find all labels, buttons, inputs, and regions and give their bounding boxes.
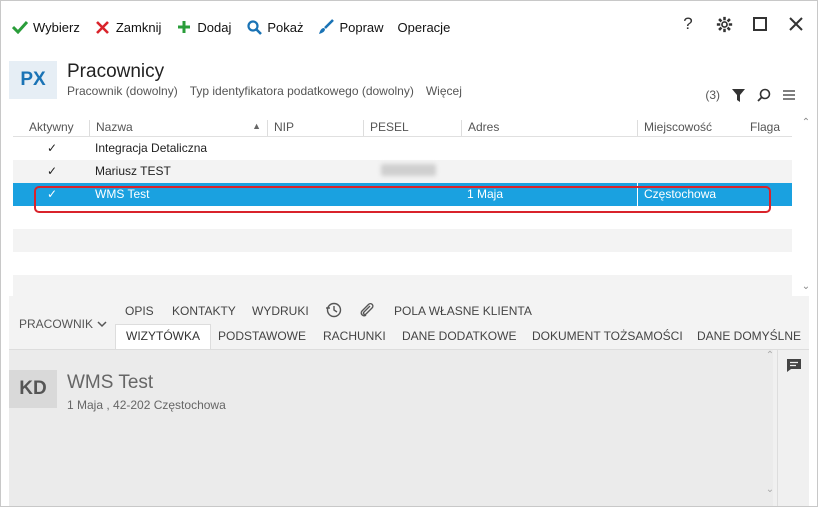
help-button[interactable]: ?: [677, 13, 699, 35]
settings-button[interactable]: [713, 13, 735, 35]
plus-icon: [175, 18, 193, 36]
dodaj-label: Dodaj: [197, 19, 232, 35]
page-title: Pracownicy: [67, 61, 165, 82]
comment-icon[interactable]: [786, 358, 802, 373]
col-flaga[interactable]: Flaga: [750, 120, 780, 136]
menu-icon[interactable]: [783, 90, 795, 100]
filter-pracownik[interactable]: Pracownik (dowolny): [67, 84, 178, 98]
tab-dokument-tozsamosci[interactable]: DOKUMENT TOŻSAMOŚCI: [532, 329, 683, 343]
dodaj-button[interactable]: Dodaj: [175, 12, 231, 42]
table-row-empty: [13, 252, 792, 275]
tab-pola-wlasne[interactable]: POLA WŁASNE KLIENTA: [394, 304, 532, 318]
cell-nazwa: Mariusz TEST: [95, 164, 171, 178]
history-icon[interactable]: [325, 301, 342, 321]
filter-icon[interactable]: [732, 88, 745, 102]
zamknij-label: Zamknij: [115, 19, 162, 35]
chevron-down-icon: [97, 320, 107, 327]
maximize-button[interactable]: [749, 13, 771, 35]
scroll-up-icon[interactable]: ⌃: [764, 350, 776, 362]
table-row-empty: [13, 275, 792, 298]
table-scrollbar[interactable]: ⌃ ⌄: [799, 117, 813, 293]
toolbar: Wybierz Zamknij Dodaj Pokaż Popraw Opera…: [1, 1, 817, 53]
side-toolbar: [777, 350, 809, 506]
scroll-up-icon[interactable]: ⌃: [799, 117, 813, 129]
col-miejscowosc[interactable]: Miejscowość: [637, 120, 741, 136]
col-aktywny[interactable]: Aktywny: [29, 120, 74, 136]
tab-podstawowe[interactable]: PODSTAWOWE: [218, 329, 306, 343]
table-header: Aktywny Nazwa ▲ NIP PESEL Adres Miejscow…: [13, 117, 792, 137]
wybierz-button[interactable]: Wybierz: [11, 12, 80, 42]
details-panel: PRACOWNIK OPIS KONTAKTY WYDRUKI POLA WŁA…: [9, 296, 809, 506]
filter-wiecej[interactable]: Więcej: [426, 84, 462, 98]
business-card: KD WMS Test 1 Maja , 42-202 Częstochowa: [9, 350, 773, 506]
help-icon: ?: [683, 14, 693, 33]
brush-icon: [317, 18, 335, 36]
col-adres[interactable]: Adres: [461, 120, 637, 136]
avatar: KD: [9, 370, 57, 408]
header-tools: (3): [705, 88, 795, 102]
highlight-annotation: [34, 186, 771, 213]
pracownik-label: PRACOWNIK: [19, 317, 94, 331]
tab-wydruki[interactable]: WYDRUKI: [252, 304, 309, 318]
col-nazwa[interactable]: Nazwa ▲: [89, 120, 267, 136]
tab-rachunki[interactable]: RACHUNKI: [323, 329, 386, 343]
col-nazwa-label: Nazwa: [96, 120, 133, 134]
redacted-pesel: [381, 164, 436, 176]
tab-wizytowka[interactable]: WIZYTÓWKA: [115, 324, 211, 349]
pracownik-dropdown[interactable]: PRACOWNIK: [19, 317, 107, 331]
scroll-down-icon[interactable]: ⌄: [764, 484, 776, 496]
scroll-down-icon[interactable]: ⌄: [799, 281, 813, 293]
card-name: WMS Test: [67, 372, 154, 393]
cell-nazwa: Integracja Detaliczna: [95, 141, 208, 155]
details-tabs: PRACOWNIK OPIS KONTAKTY WYDRUKI POLA WŁA…: [9, 296, 809, 350]
window-controls: ?: [677, 13, 807, 35]
col-nip[interactable]: NIP: [267, 120, 365, 136]
popraw-label: Popraw: [339, 19, 384, 35]
module-badge: PX: [9, 61, 57, 99]
filter-bar: Pracownik (dowolny) Typ identyfikatora p…: [67, 84, 462, 98]
maximize-icon: [753, 17, 767, 31]
card-scrollbar[interactable]: ⌃ ⌄: [764, 350, 776, 500]
card-address: 1 Maja , 42-202 Częstochowa: [67, 398, 226, 412]
table-row[interactable]: ✓ Mariusz TEST: [13, 160, 792, 183]
operacje-button[interactable]: Operacje: [398, 12, 451, 42]
tab-opis[interactable]: OPIS: [125, 304, 154, 318]
popraw-button[interactable]: Popraw: [317, 12, 384, 42]
table-row-empty: [13, 229, 792, 252]
pokaz-button[interactable]: Pokaż: [245, 12, 303, 42]
record-count: (3): [705, 88, 720, 102]
pokaz-label: Pokaż: [267, 19, 304, 35]
app-window: Wybierz Zamknij Dodaj Pokaż Popraw Opera…: [0, 0, 818, 507]
tab-kontakty[interactable]: KONTAKTY: [172, 304, 236, 318]
operacje-label: Operacje: [397, 19, 451, 35]
search-icon[interactable]: [757, 88, 771, 102]
tab-dane-domyslne[interactable]: DANE DOMYŚLNE: [697, 329, 801, 343]
filter-typ-identyfikatora[interactable]: Typ identyfikatora podatkowego (dowolny): [190, 84, 414, 98]
table-row[interactable]: ✓ Integracja Detaliczna: [13, 137, 792, 160]
close-window-icon: [789, 17, 803, 31]
sort-asc-icon: ▲: [252, 121, 261, 131]
cell-aktywny: ✓: [47, 141, 58, 155]
tab-dane-dodatkowe[interactable]: DANE DODATKOWE: [402, 329, 516, 343]
magnifier-icon: [245, 18, 263, 36]
close-icon: [94, 18, 112, 36]
wybierz-label: Wybierz: [33, 19, 80, 35]
check-icon: [11, 18, 29, 36]
cell-aktywny: ✓: [47, 164, 58, 178]
col-pesel[interactable]: PESEL: [363, 120, 461, 136]
gear-icon: [716, 16, 732, 32]
attachment-icon[interactable]: [359, 301, 374, 321]
zamknij-button[interactable]: Zamknij: [94, 12, 162, 42]
close-window-button[interactable]: [785, 13, 807, 35]
